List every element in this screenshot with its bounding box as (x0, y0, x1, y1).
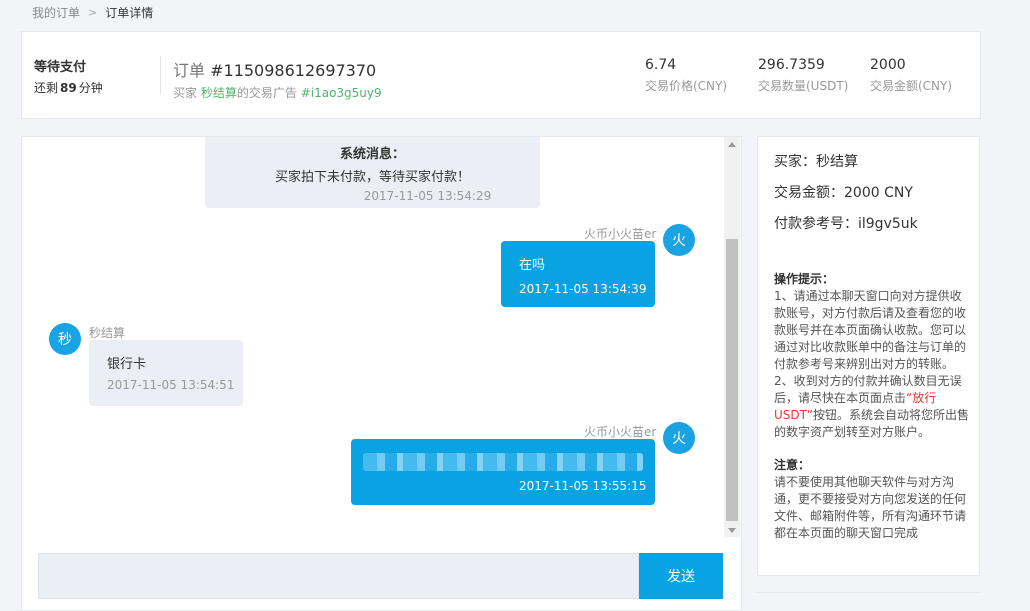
chat-message: 2017-11-05 13:55:15 (351, 439, 655, 505)
chat-message: 银行卡 2017-11-05 13:54:51 (89, 340, 243, 406)
message-time: 2017-11-05 13:55:15 (519, 479, 647, 493)
breadcrumb: 我的订单 > 订单详情 (32, 4, 153, 21)
order-number: 订单 #115098612697370 (173, 57, 382, 81)
stat-label: 交易数量(USDT) (758, 79, 849, 93)
buyer-name-link[interactable]: 秒结算 (201, 86, 237, 100)
order-label: 订单 (173, 61, 206, 80)
scroll-up-arrow-icon[interactable] (724, 139, 740, 149)
operation-tips: 操作提示： 1、请通过本聊天窗口向对方提供收款账号，对方付款后请及查看您的收款账… (774, 271, 970, 542)
tip-1: 1、请通过本聊天窗口向对方提供收款账号，对方付款后请及查看您的收款账号并在本页面… (774, 289, 967, 371)
order-subtitle: 买家 秒结算的交易广告 #i1ao3g5uy9 (173, 84, 382, 101)
message-time: 2017-11-05 13:54:51 (107, 378, 235, 392)
breadcrumb-my-orders[interactable]: 我的订单 (32, 4, 80, 21)
chat-input[interactable] (38, 553, 639, 599)
remaining-time: 还剩 89 分钟 (34, 79, 103, 96)
stat-price: 6.74 交易价格(CNY) (645, 57, 727, 94)
status-title: 等待支付 (34, 60, 87, 75)
message-text: 在吗 (519, 258, 546, 273)
tip-2: 2、收到对方的付款并确认数目无误后，请尽快在本页面点击“放行USDT”按钮。系统… (774, 373, 970, 441)
scroll-thumb[interactable] (726, 239, 738, 521)
stat-label: 交易金额(CNY) (870, 79, 953, 93)
system-message-title: 系统消息： (339, 147, 405, 162)
ad-id-link[interactable]: #i1ao3g5uy9 (301, 86, 382, 100)
scroll-down-arrow-icon[interactable] (724, 525, 740, 535)
info-payment-ref: 付款参考号：il9gv5uk (774, 216, 918, 232)
message-nickname: 火币小火苗er (584, 227, 657, 241)
info-amount: 交易金额：2000 CNY (774, 185, 913, 201)
redacted-content (363, 453, 643, 471)
remain-prefix: 还剩 (34, 81, 59, 95)
stat-amount: 2000 交易金额(CNY) (870, 57, 952, 94)
order-summary-bar: 等待支付 还剩 89 分钟 订单 #115098612697370 买家 秒结算的交… (21, 31, 981, 119)
chat-panel: 系统消息： 买家拍下未付款，等待买家付款！ 2017-11-05 13:54:2… (21, 136, 742, 611)
remain-minutes: 89 (60, 81, 77, 95)
message-text: 银行卡 (107, 357, 147, 372)
avatar: 秒 (49, 323, 81, 355)
avatar: 火 (663, 224, 695, 256)
system-message-time: 2017-11-05 13:54:29 (363, 189, 492, 203)
chat-scrollbar[interactable] (724, 137, 740, 537)
stat-value: 296.7359 (758, 57, 825, 73)
system-message: 系统消息： 买家拍下未付款，等待买家付款！ 2017-11-05 13:54:2… (205, 137, 540, 208)
tips-title: 操作提示： (774, 272, 835, 286)
ad-label: 的交易广告 (236, 86, 297, 100)
send-button[interactable]: 发送 (639, 553, 723, 599)
chat-message: 在吗 2017-11-05 13:54:39 (501, 241, 655, 307)
note-title: 注意： (774, 458, 811, 472)
info-buyer: 买家：秒结算 (774, 154, 858, 170)
order-info: 订单 #115098612697370 买家 秒结算的交易广告 #i1ao3g5… (173, 57, 382, 101)
stat-label: 交易价格(CNY) (645, 79, 728, 93)
breadcrumb-separator: > (88, 6, 98, 19)
remain-unit: 分钟 (78, 81, 103, 95)
note-text: 请不要使用其他聊天软件与对方沟通，更不要接受对方向您发送的任何文件、邮箱附件等，… (774, 475, 967, 540)
stat-quantity: 296.7359 交易数量(USDT) (758, 57, 848, 94)
buyer-label: 买家 (173, 86, 198, 100)
avatar: 火 (663, 422, 695, 454)
order-status: 等待支付 还剩 89 分钟 (34, 56, 103, 96)
order-info-panel: 买家：秒结算 交易金额：2000 CNY 付款参考号：il9gv5uk 操作提示… (757, 136, 980, 576)
breadcrumb-current: 订单详情 (105, 6, 154, 20)
message-nickname: 火币小火苗er (584, 425, 657, 439)
divider (160, 56, 161, 94)
message-time: 2017-11-05 13:54:39 (519, 282, 647, 296)
message-nickname: 秒结算 (89, 326, 126, 340)
stat-value: 2000 (870, 57, 906, 73)
order-no-value: #115098612697370 (210, 61, 377, 80)
lower-panel-edge (757, 592, 980, 611)
system-message-text: 买家拍下未付款，等待买家付款！ (274, 170, 470, 185)
stat-value: 6.74 (645, 57, 677, 73)
